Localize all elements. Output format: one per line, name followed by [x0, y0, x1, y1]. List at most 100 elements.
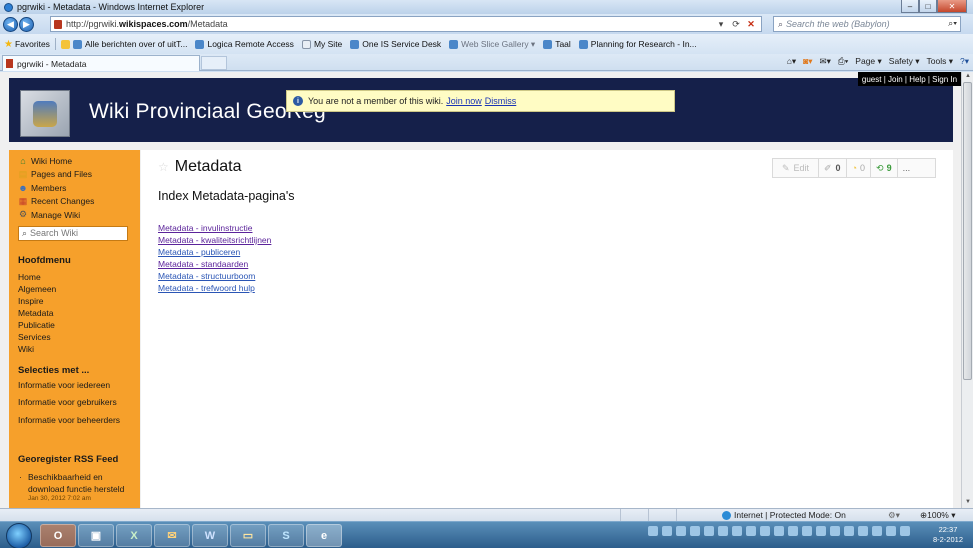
user-links[interactable]: guest | Join | Help | Sign In: [858, 72, 961, 86]
menu-link[interactable]: Informatie voor iedereen: [18, 377, 134, 395]
sidebar-item-manage-wiki[interactable]: ⚙ Manage Wiki: [18, 208, 134, 222]
scroll-up-icon[interactable]: ▲: [964, 73, 972, 81]
comments-button[interactable]: ◔ 0: [847, 159, 872, 177]
more-button[interactable]: ...: [898, 159, 916, 177]
excel-taskbar-icon[interactable]: X: [116, 524, 152, 547]
start-button[interactable]: [6, 523, 32, 548]
search-go-icon[interactable]: ⌕▾: [948, 18, 957, 29]
favorites-button[interactable]: Favorites: [15, 39, 50, 49]
maximize-button[interactable]: □: [919, 0, 937, 13]
menu-link[interactable]: Algemeen: [18, 283, 134, 295]
menu-link[interactable]: Informatie voor beheerders: [18, 412, 134, 430]
metadata-link[interactable]: Metadata - structuurboom: [158, 270, 271, 282]
scroll-thumb[interactable]: [963, 82, 972, 380]
tray-icon[interactable]: [858, 526, 868, 536]
tools-menu[interactable]: Tools ▾: [927, 56, 953, 67]
sidebar-item-recent-changes[interactable]: ▦ Recent Changes: [18, 195, 134, 209]
page-viewport: Wiki Provinciaal GeoReg guest | Join | H…: [0, 72, 961, 508]
security-zone[interactable]: Internet | Protected Mode: On: [722, 510, 846, 520]
menu-link[interactable]: Home: [18, 271, 134, 283]
rss-item-link[interactable]: Beschikbaarheid en download functie hers…: [18, 471, 134, 495]
tray-icon[interactable]: [774, 526, 784, 536]
favorite-item[interactable]: Taal: [543, 39, 571, 49]
word-taskbar-icon[interactable]: W: [192, 524, 228, 547]
safety-menu[interactable]: Safety ▾: [889, 56, 920, 67]
tray-icon[interactable]: [900, 526, 910, 536]
tray-icon[interactable]: [872, 526, 882, 536]
menu-link[interactable]: Inspire: [18, 295, 134, 307]
menu-link[interactable]: Informatie voor gebruikers: [18, 394, 134, 412]
compat-view-icon[interactable]: ▾: [715, 18, 727, 30]
menu-link[interactable]: Wiki: [18, 343, 134, 355]
dismiss-link[interactable]: Dismiss: [485, 96, 517, 106]
office-taskbar-icon[interactable]: ▣: [78, 524, 114, 547]
taskbar-clock[interactable]: 22:37 8-2-2012: [933, 525, 963, 545]
favorite-item[interactable]: Logica Remote Access: [195, 39, 294, 49]
join-now-link[interactable]: Join now: [446, 96, 482, 106]
metadata-link[interactable]: Metadata - kwaliteitsrichtlijnen: [158, 234, 271, 246]
tray-icon[interactable]: [886, 526, 896, 536]
tray-icon[interactable]: [816, 526, 826, 536]
favorite-item[interactable]: Planning for Research - In...: [578, 39, 697, 49]
tray-icon[interactable]: [704, 526, 714, 536]
metadata-link[interactable]: Metadata - publiceren: [158, 246, 271, 258]
star-icon[interactable]: ☆: [158, 160, 169, 174]
minimize-button[interactable]: –: [901, 0, 919, 13]
history-button[interactable]: ⟲ 9: [871, 159, 898, 177]
metadata-link[interactable]: Metadata - standaarden: [158, 258, 271, 270]
menu-link[interactable]: Services: [18, 331, 134, 343]
tray-icon[interactable]: [718, 526, 728, 536]
tray-icon[interactable]: [844, 526, 854, 536]
menu-link[interactable]: Metadata: [18, 307, 134, 319]
sidebar-item-wiki-home[interactable]: ⌂ Wiki Home: [18, 154, 134, 168]
scroll-down-icon[interactable]: ▼: [964, 499, 972, 507]
back-button[interactable]: ◀: [3, 16, 18, 32]
tags-button[interactable]: ✐ 0: [819, 159, 847, 177]
favorite-item[interactable]: One IS Service Desk: [350, 39, 441, 49]
outlook-mail-taskbar-icon[interactable]: ✉: [154, 524, 190, 547]
page-menu[interactable]: Page ▾: [855, 56, 881, 67]
sidebar-item-members[interactable]: ☻ Members: [18, 181, 134, 195]
address-field[interactable]: http://pgrwiki. wikispaces.com/Metadata ▾…: [50, 16, 762, 32]
forward-button[interactable]: ▶: [19, 16, 34, 32]
tray-icon[interactable]: [648, 526, 658, 536]
tray-icon[interactable]: [830, 526, 840, 536]
protected-mode-icon[interactable]: ⚙▾: [888, 510, 900, 521]
feeds-icon[interactable]: ◙▾: [803, 56, 812, 67]
menu-link[interactable]: Publicatie: [18, 319, 134, 331]
tray-icon[interactable]: [676, 526, 686, 536]
print-icon[interactable]: ⎙▾: [838, 56, 848, 67]
metadata-link[interactable]: Metadata - trefwoord hulp: [158, 282, 271, 294]
wiki-search-input[interactable]: ⌕ Search Wiki: [18, 225, 128, 241]
favorite-item[interactable]: My Site: [301, 39, 342, 49]
tab-active[interactable]: pgrwiki - Metadata: [2, 55, 200, 71]
web-search-input[interactable]: ⌕ Search the web (Babylon) ⌕▾: [773, 16, 961, 32]
edit-button[interactable]: ✎ Edit: [773, 159, 819, 177]
tray-icon[interactable]: [788, 526, 798, 536]
zoom-control[interactable]: ⊕100% ▾: [920, 510, 956, 521]
explorer-taskbar-icon[interactable]: ▭: [230, 524, 266, 547]
metadata-link[interactable]: Metadata - invulinstructie: [158, 222, 271, 234]
stop-icon[interactable]: ✕: [745, 18, 757, 30]
vertical-scrollbar[interactable]: ▲ ▼: [961, 72, 973, 508]
tray-icon[interactable]: [802, 526, 812, 536]
section-heading: Georegister RSS Feed: [18, 454, 119, 465]
tray-icon[interactable]: [732, 526, 742, 536]
favorite-item[interactable]: Alle berichten over of uitT...: [60, 39, 187, 49]
wiki-logo[interactable]: [20, 90, 70, 137]
outlook-taskbar-icon[interactable]: O: [40, 524, 76, 547]
skype-taskbar-icon[interactable]: S: [268, 524, 304, 547]
mail-icon[interactable]: ✉▾: [820, 56, 831, 67]
tray-icon[interactable]: [746, 526, 756, 536]
tray-icon[interactable]: [760, 526, 770, 536]
close-button[interactable]: ✕: [937, 0, 967, 13]
tray-icon[interactable]: [690, 526, 700, 536]
tray-icon[interactable]: [662, 526, 672, 536]
home-icon[interactable]: ⌂▾: [787, 56, 796, 67]
ie-taskbar-icon[interactable]: e: [306, 524, 342, 547]
refresh-icon[interactable]: ⟳: [730, 18, 742, 30]
sidebar-item-pages-files[interactable]: ▤ Pages and Files: [18, 168, 134, 182]
new-tab-button[interactable]: [201, 56, 227, 70]
favorite-item[interactable]: Web Slice Gallery ▾: [449, 39, 535, 50]
help-icon[interactable]: ?▾: [960, 56, 969, 67]
